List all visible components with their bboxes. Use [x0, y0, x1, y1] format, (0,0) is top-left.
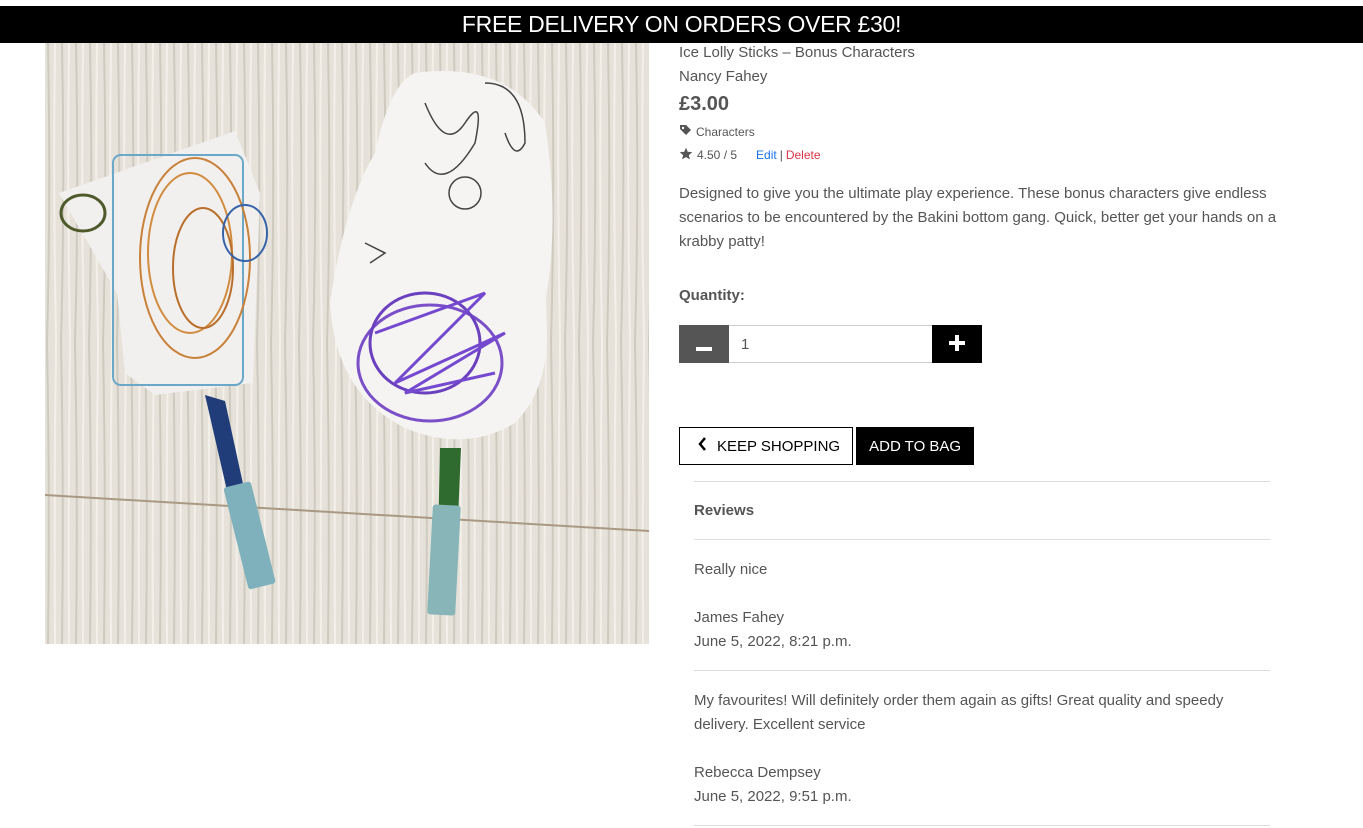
- reviews-section: Reviews Really nice James Fahey June 5, …: [694, 481, 1270, 826]
- product-price: £3.00: [679, 93, 730, 115]
- star-icon: [679, 147, 693, 163]
- increment-button[interactable]: [932, 325, 982, 363]
- product-image: [45, 43, 649, 644]
- review-date: June 5, 2022, 8:21 p.m.: [694, 633, 852, 650]
- link-separator: |: [779, 148, 783, 162]
- delete-link[interactable]: Delete: [786, 148, 821, 162]
- review-body: My favourites! Will definitely order the…: [694, 692, 1224, 733]
- product-maker: Nancy Fahey: [679, 68, 768, 85]
- rating-row: 4.50 / 5 Edit | Delete: [679, 147, 821, 163]
- review-body: Really nice: [694, 561, 768, 578]
- quantity-input[interactable]: [729, 325, 932, 363]
- category-label: Characters: [696, 124, 755, 139]
- quantity-label: Quantity:: [679, 287, 745, 304]
- plus-icon: [949, 331, 965, 357]
- add-to-bag-button[interactable]: ADD TO BAG: [856, 427, 975, 465]
- review-author: James Fahey: [694, 609, 785, 626]
- edit-link[interactable]: Edit: [756, 148, 777, 162]
- divider: [694, 825, 1270, 826]
- rating-value: 4.50 / 5: [697, 148, 738, 162]
- decrement-button[interactable]: [679, 325, 729, 363]
- keep-shopping-button[interactable]: KEEP SHOPPING: [679, 427, 854, 465]
- review-item: My favourites! Will definitely order the…: [694, 671, 1270, 825]
- chevron-left-icon: [698, 437, 707, 455]
- action-buttons: KEEP SHOPPING ADD TO BAG: [679, 427, 975, 465]
- product-category[interactable]: Characters: [679, 124, 755, 139]
- delivery-banner: FREE DELIVERY ON ORDERS OVER £30!: [0, 6, 1363, 43]
- keep-shopping-label: KEEP SHOPPING: [717, 437, 841, 455]
- product-description: Designed to give you the ultimate play e…: [679, 185, 1277, 250]
- tag-icon: [679, 124, 692, 139]
- reviews-heading: Reviews: [694, 502, 755, 519]
- minus-icon: [696, 331, 712, 357]
- review-author: Rebecca Dempsey: [694, 764, 821, 781]
- product-title: Ice Lolly Sticks – Bonus Characters: [679, 44, 915, 61]
- review-date: June 5, 2022, 9:51 p.m.: [694, 788, 852, 805]
- quantity-stepper: [679, 325, 982, 363]
- review-item: Really nice James Fahey June 5, 2022, 8:…: [694, 540, 1270, 670]
